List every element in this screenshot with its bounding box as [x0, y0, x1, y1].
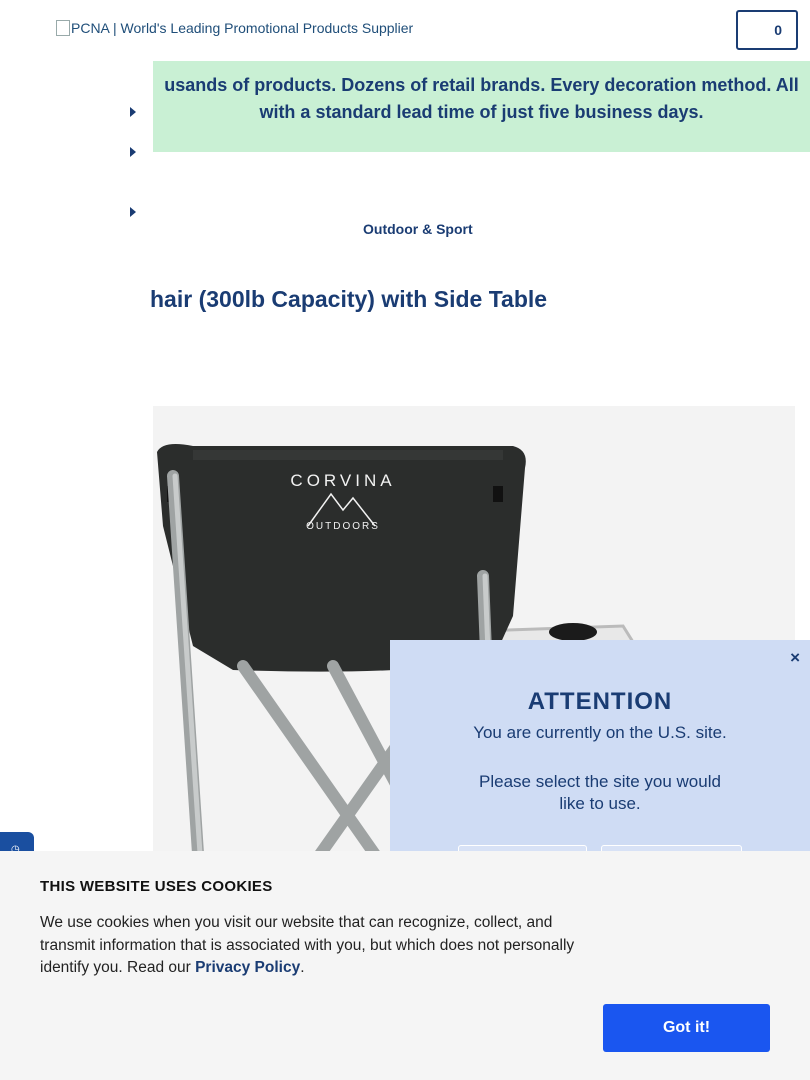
image-brand-bottom: OUTDOORS — [306, 521, 380, 532]
breadcrumb-category-link[interactable]: Outdoor & Sport — [363, 221, 473, 237]
product-title: hair (300lb Capacity) with Side Table — [150, 286, 548, 312]
promo-banner: usands of products. Dozens of retail bra… — [153, 61, 810, 152]
sidebar-caret-icon[interactable] — [130, 147, 136, 157]
promo-line-1: usands of products. Dozens of retail bra… — [164, 75, 799, 95]
logo-alt-text: PCNA | World's Leading Promotional Produ… — [71, 20, 414, 36]
cookie-text: We use cookies when you visit our websit… — [40, 912, 610, 980]
cookie-body: We use cookies when you visit our websit… — [40, 914, 575, 976]
sidebar-caret-icon[interactable] — [130, 207, 136, 217]
accept-cookies-button[interactable]: Got it! — [603, 1004, 770, 1052]
modal-title: ATTENTION — [527, 688, 673, 715]
promo-line-2: with a standard lead time of just five b… — [259, 102, 704, 122]
privacy-policy-link[interactable]: Privacy Policy — [195, 959, 300, 976]
close-icon[interactable]: × — [790, 648, 800, 668]
promo-text: usands of products. Dozens of retail bra… — [153, 72, 810, 126]
cart-count: 0 — [774, 22, 782, 38]
site-header: PCNA | World's Leading Promotional Produ… — [0, 0, 810, 61]
modal-prompt: Please select the site you would like to… — [479, 772, 721, 813]
image-brand-top: CORVINA — [290, 471, 395, 490]
broken-image-icon — [56, 20, 70, 36]
site-select-modal: × ATTENTION You are currently on the U.S… — [390, 640, 810, 875]
site-logo-link[interactable]: PCNA | World's Leading Promotional Produ… — [56, 20, 413, 36]
cart-button[interactable]: 0 — [736, 10, 798, 50]
sidebar-caret-icon[interactable] — [130, 107, 136, 117]
cookie-tail: . — [300, 959, 305, 976]
modal-message: You are currently on the U.S. site. — [473, 723, 727, 742]
cookie-title: THIS WEBSITE USES COOKIES — [40, 878, 273, 895]
cookie-banner: THIS WEBSITE USES COOKIES We use cookies… — [0, 851, 810, 1080]
